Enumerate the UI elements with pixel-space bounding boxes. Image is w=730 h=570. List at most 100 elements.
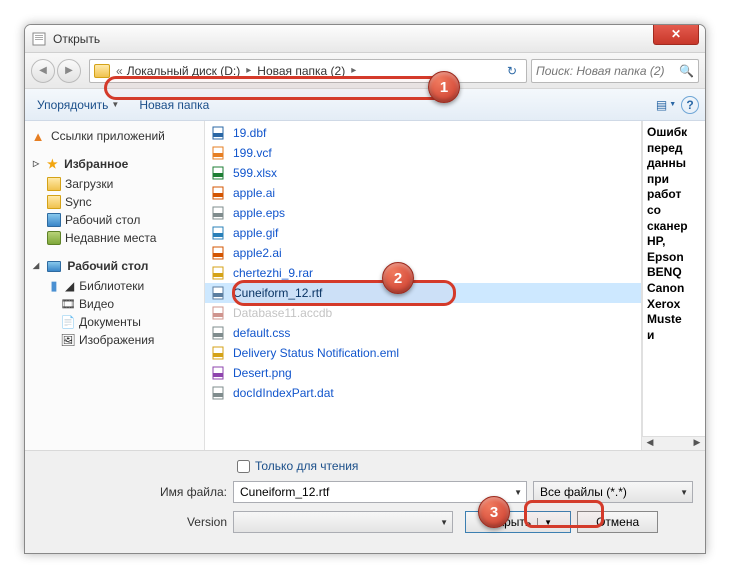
content-area: ▲ Ссылки приложений ▷ ★ Избранное Загруз… [25, 121, 705, 450]
sidebar-documents[interactable]: 📄Документы [29, 313, 200, 331]
open-dialog-window: Открыть ✕ ◀ ▶ « Локальный диск (D:) ▸ Но… [24, 24, 706, 554]
version-combo[interactable]: ▼ [233, 511, 453, 533]
chevron-right-icon: ▸ [351, 65, 356, 76]
preview-line: при [647, 172, 690, 188]
sidebar-favorites-head[interactable]: ▷ ★ Избранное [29, 155, 200, 175]
preview-pane: ОшибкпередданныприработсосканерHP,EpsonB… [642, 121, 694, 436]
readonly-checkbox[interactable] [237, 460, 250, 473]
file-row[interactable]: apple.gif [205, 223, 641, 243]
breadcrumb-seg-disk[interactable]: Локальный диск (D:) [125, 64, 243, 78]
file-row[interactable]: default.css [205, 323, 641, 343]
file-row[interactable]: apple2.ai [205, 243, 641, 263]
expand-icon: ▷ [33, 159, 39, 168]
file-row[interactable]: apple.eps [205, 203, 641, 223]
organize-button[interactable]: Упорядочить ▼ [31, 95, 125, 115]
file-name: 599.xlsx [233, 166, 277, 180]
search-icon: 🔍 [679, 64, 694, 78]
preview-line: работ [647, 187, 690, 203]
navbar: ◀ ▶ « Локальный диск (D:) ▸ Новая папка … [25, 53, 705, 89]
file-row[interactable]: 599.xlsx [205, 163, 641, 183]
cancel-button[interactable]: Отмена [577, 511, 658, 533]
file-icon [211, 285, 227, 301]
titlebar: Открыть ✕ [25, 25, 705, 53]
file-row[interactable]: docIdIndexPart.dat [205, 383, 641, 403]
file-row[interactable]: Delivery Status Notification.eml [205, 343, 641, 363]
help-button[interactable]: ? [681, 96, 699, 114]
chevron-right-icon: ▸ [246, 65, 251, 76]
sidebar-libraries[interactable]: ▮ ◢ Библиотеки [29, 277, 200, 295]
sidebar-video[interactable]: 🎞Видео [29, 295, 200, 313]
file-name: apple.ai [233, 186, 275, 200]
video-icon: 🎞 [61, 297, 75, 311]
sidebar-app-links[interactable]: ▲ Ссылки приложений [29, 127, 200, 145]
readonly-label: Только для чтения [255, 459, 358, 473]
nav-arrows: ◀ ▶ [31, 59, 81, 83]
file-name: Desert.png [233, 366, 292, 380]
file-name: Cuneiform_12.rtf [233, 286, 322, 300]
file-name: 199.vcf [233, 146, 272, 160]
nav-back-button[interactable]: ◀ [31, 59, 55, 83]
breadcrumb[interactable]: « Локальный диск (D:) ▸ Новая папка (2) … [89, 59, 527, 83]
sidebar-desktop[interactable]: Рабочий стол [29, 211, 200, 229]
sidebar-recent[interactable]: Недавние места [29, 229, 200, 247]
file-row[interactable]: Cuneiform_12.rtf [205, 283, 641, 303]
file-name: Database11.accdb [233, 306, 332, 320]
sidebar-downloads[interactable]: Загрузки [29, 175, 200, 193]
chevrons-icon: « [116, 64, 123, 78]
app-icon [31, 31, 47, 47]
star-icon: ★ [47, 157, 58, 171]
file-row[interactable]: Desert.png [205, 363, 641, 383]
version-label: Version [37, 515, 227, 529]
preview-line: и [647, 328, 690, 344]
refresh-icon[interactable]: ↻ [502, 64, 522, 78]
file-icon [211, 245, 227, 261]
filename-label: Имя файла: [37, 485, 227, 499]
file-name: apple.eps [233, 206, 285, 220]
sidebar-desktop-head[interactable]: ◢ Рабочий стол [29, 257, 200, 277]
file-icon [211, 225, 227, 241]
file-list[interactable]: 19.dbf 199.vcf 599.xlsx apple.ai apple.eps ap… [205, 121, 641, 450]
file-row[interactable]: 19.dbf [205, 123, 641, 143]
file-row[interactable]: Database11.accdb [205, 303, 641, 323]
file-icon [211, 145, 227, 161]
file-icon [211, 325, 227, 341]
filetype-filter[interactable]: Все файлы (*.*) ▼ [533, 481, 693, 503]
file-name: default.css [233, 326, 290, 340]
filter-label: Все файлы (*.*) [540, 485, 627, 499]
file-name: chertezhi_9.rar [233, 266, 313, 280]
chevron-down-icon: ▼ [111, 100, 119, 109]
nav-forward-button[interactable]: ▶ [57, 59, 81, 83]
scroll-right-icon[interactable]: ▶ [689, 437, 705, 450]
library-icon: ▮ [47, 279, 61, 293]
search-input[interactable] [536, 64, 677, 78]
chevron-down-icon: ▼ [440, 518, 448, 527]
file-row[interactable]: apple.ai [205, 183, 641, 203]
search-box[interactable]: 🔍 [531, 59, 699, 83]
marker-1: 1 [428, 71, 460, 103]
file-icon [211, 125, 227, 141]
new-folder-button[interactable]: Новая папка [133, 95, 215, 115]
file-icon [211, 345, 227, 361]
filename-value: Cuneiform_12.rtf [240, 485, 329, 499]
file-row[interactable]: 199.vcf [205, 143, 641, 163]
sidebar-sync[interactable]: Sync [29, 193, 200, 211]
preview-scrollbar[interactable]: ◀ ▶ [642, 436, 705, 450]
sidebar-images[interactable]: 🖼Изображения [29, 331, 200, 349]
view-button[interactable]: ▤ ▼ [655, 94, 677, 116]
chevron-down-icon: ▼ [669, 101, 676, 108]
breadcrumb-seg-folder[interactable]: Новая папка (2) [255, 64, 347, 78]
file-row[interactable]: chertezhi_9.rar [205, 263, 641, 283]
collapse-icon: ◢ [65, 279, 74, 293]
scroll-left-icon[interactable]: ◀ [642, 437, 658, 450]
vlc-icon: ▲ [31, 129, 45, 143]
documents-icon: 📄 [61, 315, 75, 329]
preview-line: HP, [647, 234, 690, 250]
file-name: apple2.ai [233, 246, 282, 260]
preview-line: со [647, 203, 690, 219]
close-button[interactable]: ✕ [653, 25, 699, 45]
view-icon: ▤ [656, 98, 667, 112]
organize-label: Упорядочить [37, 98, 108, 112]
chevron-down-icon: ▼ [514, 488, 522, 497]
window-title: Открыть [53, 32, 100, 46]
marker-2: 2 [382, 262, 414, 294]
